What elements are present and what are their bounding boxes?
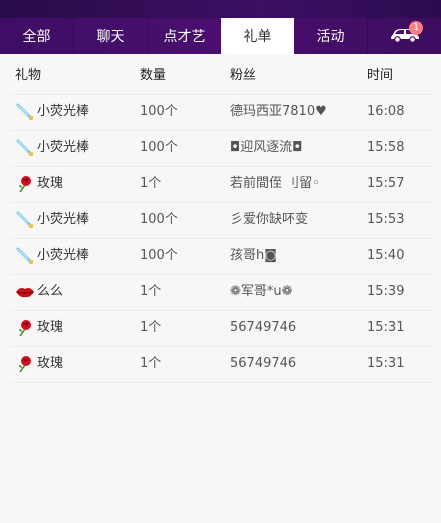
table-row: 小荧光棒 100个 彡爱你缺吥变 15:53 bbox=[10, 202, 431, 239]
gift-cell: 玫瑰 bbox=[15, 346, 63, 382]
gift-cell: 小荧光棒 bbox=[15, 94, 89, 130]
fan-name: 孩哥h◙ bbox=[230, 248, 277, 263]
fan-name: 德玛西亚7810♥ bbox=[230, 104, 327, 119]
table-row: 玫瑰 1个 若前間侄 刂留◦ 15:57 bbox=[10, 166, 431, 203]
gift-time: 15:40 bbox=[367, 248, 405, 263]
gift-cell: 玫瑰 bbox=[15, 310, 63, 346]
gift-cell: 么么 bbox=[15, 274, 63, 310]
top-status-strip bbox=[0, 0, 441, 18]
tab-car[interactable]: 1 bbox=[367, 18, 441, 54]
gift-cell: 玫瑰 bbox=[15, 166, 63, 202]
rose-icon bbox=[15, 353, 35, 373]
rose-icon bbox=[15, 173, 35, 193]
table-row: 玫瑰 1个 56749746 15:31 bbox=[10, 310, 431, 347]
gift-name: 小荧光棒 bbox=[37, 212, 90, 227]
gift-count: 100个 bbox=[140, 104, 178, 119]
gift-list-panel: 礼物 数量 粉丝 时间 小荧光棒 100个 德玛西亚7810♥ 16:08 小荧… bbox=[0, 54, 441, 523]
gift-cell: 小荧光棒 bbox=[15, 238, 89, 274]
gift-count: 1个 bbox=[140, 320, 162, 335]
gift-count: 1个 bbox=[140, 176, 162, 191]
header-time: 时间 bbox=[367, 68, 394, 83]
tab-gift-list[interactable]: 礼单 bbox=[221, 18, 294, 54]
glow-stick-icon bbox=[15, 209, 35, 229]
table-row: 玫瑰 1个 56749746 15:31 bbox=[10, 346, 431, 383]
tab-talent-request[interactable]: 点才艺 bbox=[147, 18, 221, 54]
gift-count: 100个 bbox=[140, 212, 178, 227]
gift-count: 100个 bbox=[140, 140, 178, 155]
gift-name: 小荧光棒 bbox=[37, 104, 90, 119]
gift-count: 1个 bbox=[140, 284, 162, 299]
header-fan: 粉丝 bbox=[230, 68, 257, 83]
table-row: 小荧光棒 100个 孩哥h◙ 15:40 bbox=[10, 238, 431, 275]
gift-time: 15:39 bbox=[367, 284, 405, 299]
fan-name: 若前間侄 刂留◦ bbox=[230, 176, 320, 191]
fan-name: 56749746 bbox=[230, 356, 297, 371]
glow-stick-icon bbox=[15, 101, 35, 121]
gift-name: 么么 bbox=[37, 284, 64, 299]
fan-name: ❁军哥*u❁ bbox=[230, 284, 293, 299]
gift-name: 玫瑰 bbox=[37, 176, 64, 191]
gift-time: 15:53 bbox=[367, 212, 405, 227]
fan-name: ◘迎风逐流◘ bbox=[230, 140, 303, 155]
glow-stick-icon bbox=[15, 137, 35, 157]
gift-time: 15:57 bbox=[367, 176, 405, 191]
header-count: 数量 bbox=[140, 68, 167, 83]
gift-time: 15:31 bbox=[367, 356, 405, 371]
gift-time: 15:58 bbox=[367, 140, 405, 155]
gift-cell: 小荧光棒 bbox=[15, 130, 89, 166]
tab-bar: 全部 聊天 点才艺 礼单 活动 1 bbox=[0, 18, 441, 54]
gift-count: 100个 bbox=[140, 248, 178, 263]
gift-name: 玫瑰 bbox=[37, 356, 64, 371]
rose-icon bbox=[15, 317, 35, 337]
gift-name: 玫瑰 bbox=[37, 320, 64, 335]
fan-name: 56749746 bbox=[230, 320, 297, 335]
glow-stick-icon bbox=[15, 245, 35, 265]
car-notification-badge: 1 bbox=[409, 21, 423, 35]
header-gift: 礼物 bbox=[15, 68, 42, 83]
gift-time: 15:31 bbox=[367, 320, 405, 335]
gift-name: 小荧光棒 bbox=[37, 140, 90, 155]
gift-time: 16:08 bbox=[367, 104, 405, 119]
gift-count: 1个 bbox=[140, 356, 162, 371]
gift-cell: 小荧光棒 bbox=[15, 202, 89, 238]
table-row: 么么 1个 ❁军哥*u❁ 15:39 bbox=[10, 274, 431, 311]
fan-name: 彡爱你缺吥变 bbox=[230, 212, 309, 227]
tab-chat[interactable]: 聊天 bbox=[73, 18, 147, 54]
gift-name: 小荧光棒 bbox=[37, 248, 90, 263]
table-row: 小荧光棒 100个 德玛西亚7810♥ 16:08 bbox=[10, 94, 431, 131]
table-row: 小荧光棒 100个 ◘迎风逐流◘ 15:58 bbox=[10, 130, 431, 167]
tab-activity[interactable]: 活动 bbox=[294, 18, 367, 54]
table-header: 礼物 数量 粉丝 时间 bbox=[10, 58, 431, 95]
tab-all[interactable]: 全部 bbox=[0, 18, 73, 54]
lips-icon bbox=[15, 281, 35, 301]
